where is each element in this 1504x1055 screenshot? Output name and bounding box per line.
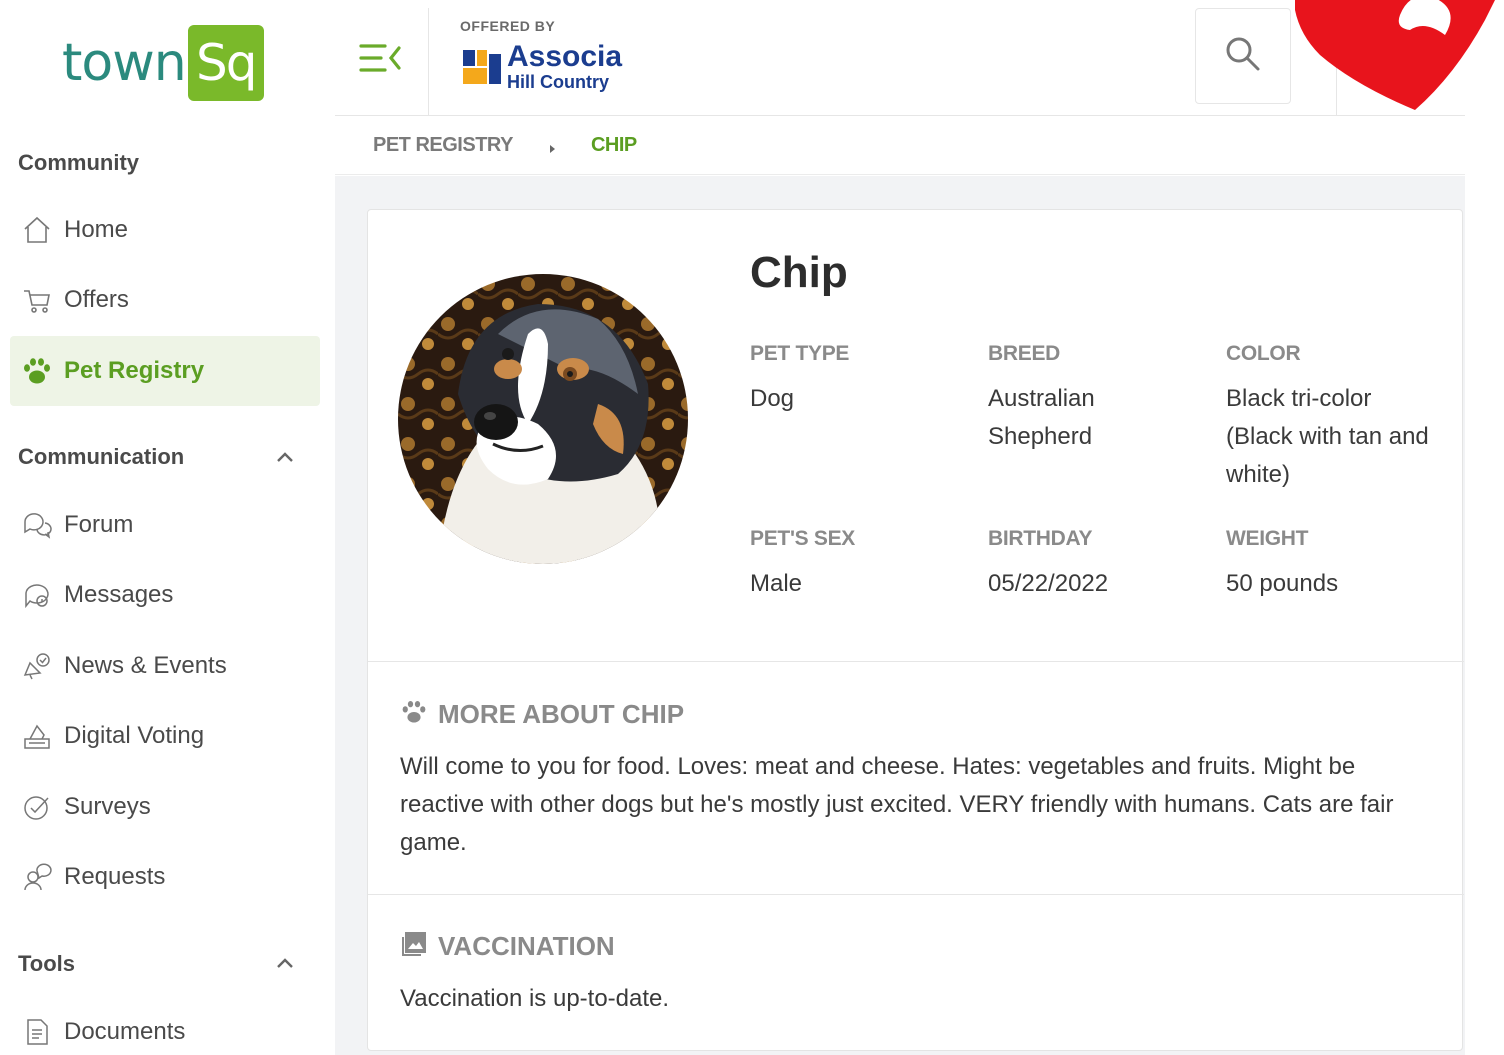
- paw-icon: [400, 698, 428, 731]
- field-weight: WEIGHT 50 pounds: [1226, 527, 1456, 603]
- sidebar-item-label: Offers: [64, 286, 129, 313]
- card-divider: [368, 894, 1464, 895]
- townsq-logo[interactable]: town Sq: [62, 24, 264, 102]
- card-divider: [368, 661, 1464, 662]
- search-icon: [1223, 34, 1263, 79]
- search-button[interactable]: [1195, 8, 1291, 104]
- breadcrumb-separator-icon: [547, 141, 557, 153]
- megaphone-icon: [20, 649, 54, 683]
- field-value: 05/22/2022: [988, 570, 1109, 597]
- breadcrumb-pet-registry[interactable]: PET REGISTRY: [373, 134, 513, 157]
- breadcrumb: PET REGISTRY CHIP: [335, 117, 1465, 175]
- pet-detail-card: Chip PET TYPE Dog BREED Australian Sheph…: [367, 209, 1464, 1051]
- field-value: Australian Shepherd: [988, 385, 1095, 450]
- field-breed: BREED Australian Shepherd: [988, 342, 1188, 456]
- field-value: Black tri-color (Black with tan and whit…: [1226, 385, 1429, 488]
- sidebar-item-label: Forum: [64, 511, 134, 538]
- associa-name: Associa: [507, 40, 623, 73]
- more-about-header: MORE ABOUT CHIP: [400, 698, 684, 731]
- request-icon: [20, 860, 54, 894]
- heart-icon: [1295, 0, 1504, 115]
- sidebar-item-news-events[interactable]: News & Events: [10, 631, 320, 701]
- sidebar: town Sq Community Home Offers Pet Regist…: [0, 0, 335, 1055]
- sidebar-item-label: Pet Registry: [64, 357, 205, 384]
- field-label: PET TYPE: [750, 342, 850, 365]
- field-value: Dog: [750, 385, 795, 412]
- field-color: COLOR Black tri-color (Black with tan an…: [1226, 342, 1431, 494]
- sidebar-item-requests[interactable]: Requests: [10, 842, 320, 912]
- home-icon: [20, 213, 54, 247]
- section-title-communication: Communication: [18, 444, 185, 469]
- sidebar-item-home[interactable]: Home: [10, 195, 320, 265]
- associa-sub: Hill Country: [507, 72, 609, 92]
- more-about-title: MORE ABOUT CHIP: [438, 699, 685, 729]
- collapse-menu-icon[interactable]: [355, 38, 407, 78]
- field-label: BIRTHDAY: [988, 527, 1093, 550]
- more-about-text: Will come to you for food. Loves: meat a…: [400, 753, 1394, 856]
- sidebar-item-digital-voting[interactable]: Digital Voting: [10, 701, 320, 771]
- sidebar-item-label: Requests: [64, 863, 166, 890]
- sidebar-item-label: Documents: [64, 1018, 186, 1045]
- sidebar-item-label: Messages: [64, 581, 174, 608]
- image-icon: [400, 930, 428, 963]
- field-value: 50 pounds: [1226, 570, 1339, 597]
- topbar-divider: [428, 8, 429, 116]
- sidebar-item-forum[interactable]: Forum: [10, 490, 320, 560]
- vaccination-header: VACCINATION: [400, 930, 615, 963]
- offered-by-label: OFFERED BY: [460, 18, 556, 34]
- field-label: COLOR: [1226, 342, 1301, 365]
- paw-icon: [20, 354, 54, 388]
- document-icon: [20, 1015, 54, 1049]
- sidebar-item-label: News & Events: [64, 652, 227, 679]
- vaccination-text: Vaccination is up-to-date.: [400, 985, 670, 1012]
- chat-bubbles-icon: [20, 508, 54, 542]
- field-label: PET'S SEX: [750, 527, 855, 550]
- field-birthday: BIRTHDAY 05/22/2022: [988, 527, 1218, 603]
- vaccination-title: VACCINATION: [438, 931, 615, 961]
- pet-photo: [398, 274, 688, 564]
- sidebar-item-pet-registry[interactable]: Pet Registry: [10, 336, 320, 406]
- check-circle-icon: [20, 790, 54, 824]
- logo-text: town: [62, 33, 187, 93]
- sidebar-item-messages[interactable]: Messages: [10, 560, 320, 630]
- sidebar-item-label: Digital Voting: [64, 722, 205, 749]
- field-pet-sex: PET'S SEX Male: [750, 527, 980, 603]
- sidebar-item-label: Surveys: [64, 793, 151, 820]
- pet-name: Chip: [750, 248, 848, 297]
- sidebar-item-surveys[interactable]: Surveys: [10, 772, 320, 842]
- field-label: BREED: [988, 342, 1061, 365]
- chevron-up-icon[interactable]: [272, 950, 298, 976]
- sidebar-item-documents[interactable]: Documents: [10, 997, 320, 1055]
- section-title-community: Community: [18, 150, 139, 175]
- field-label: WEIGHT: [1226, 527, 1309, 550]
- sidebar-item-offers[interactable]: Offers: [10, 265, 320, 335]
- section-title-tools: Tools: [18, 951, 76, 976]
- chevron-up-icon[interactable]: [272, 444, 298, 470]
- logo-box: Sq: [187, 25, 264, 101]
- message-icon: [20, 578, 54, 612]
- sidebar-item-label: Home: [64, 216, 129, 243]
- associa-mark-icon: [463, 50, 501, 84]
- field-value: Male: [750, 570, 803, 597]
- breadcrumb-current: CHIP: [590, 134, 637, 156]
- field-pet-type: PET TYPE Dog: [750, 342, 980, 418]
- cart-icon: [20, 283, 54, 317]
- ballot-box-icon: [20, 719, 54, 753]
- associa-logo[interactable]: Associa Hill Country: [463, 42, 622, 92]
